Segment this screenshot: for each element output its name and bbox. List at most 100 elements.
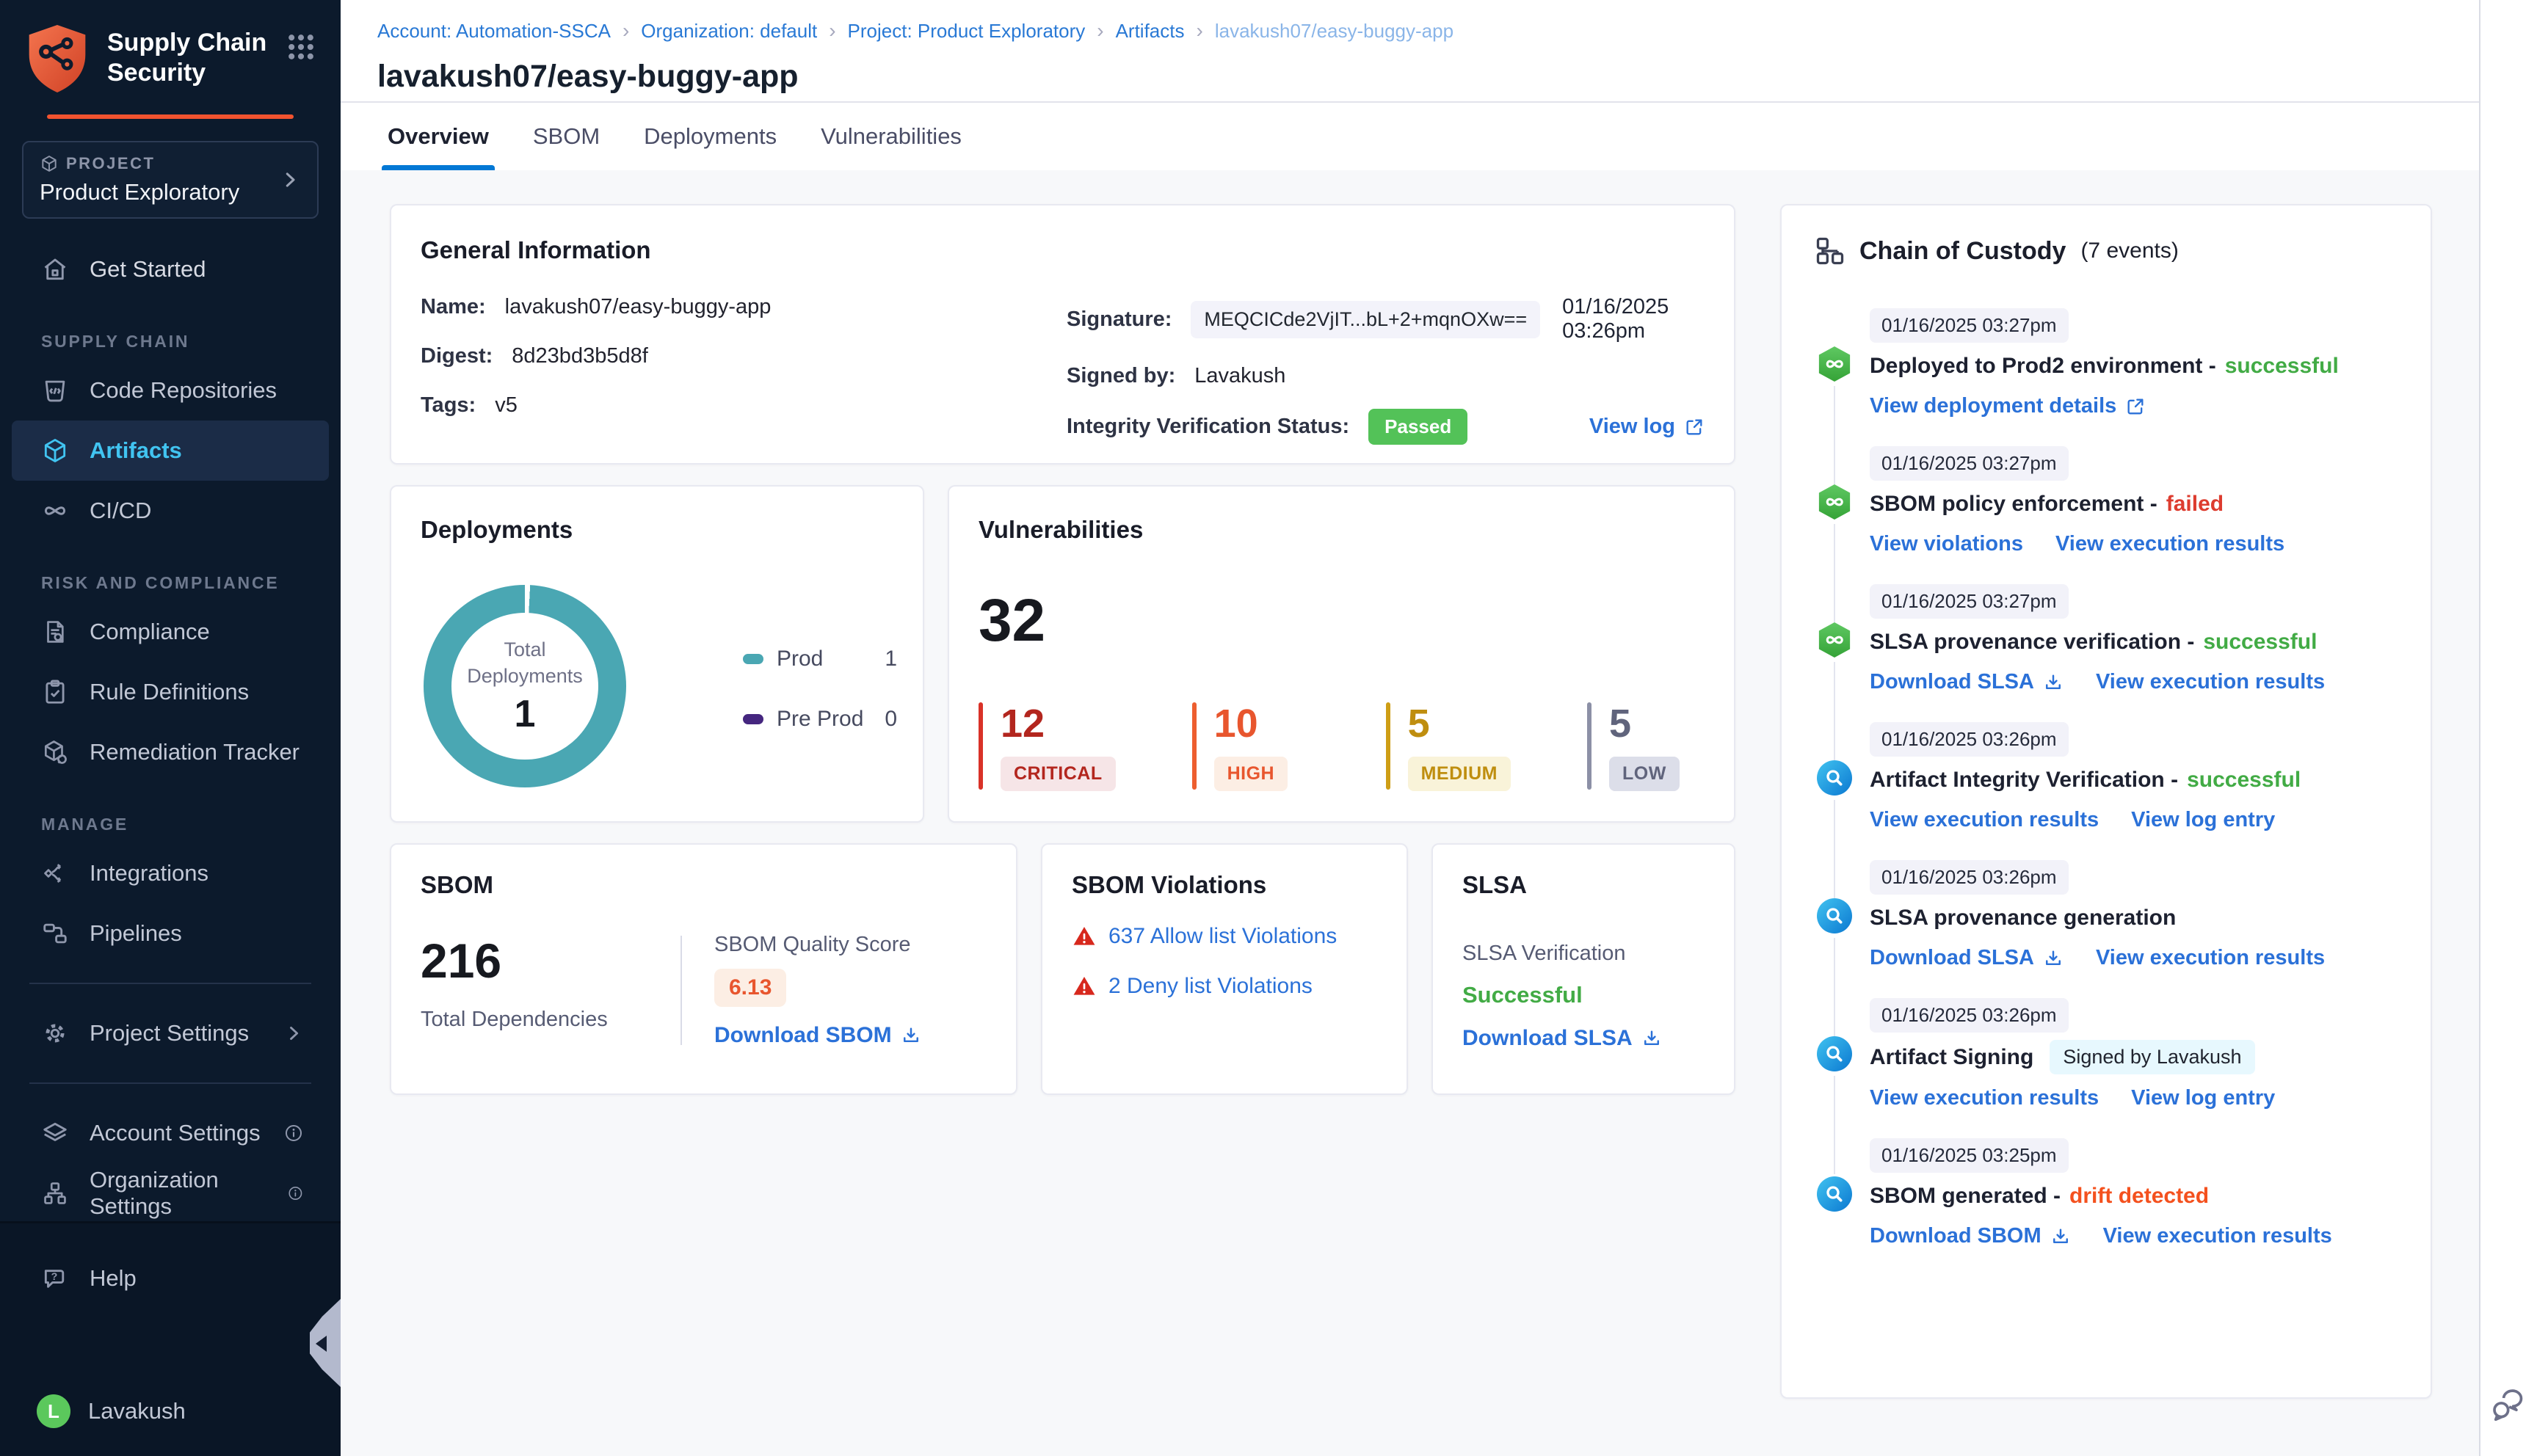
view-log-entry-link[interactable]: View log entry	[2131, 808, 2275, 832]
gear-icon	[41, 1019, 69, 1047]
module-grid-icon[interactable]	[285, 31, 317, 63]
breadcrumb-artifacts[interactable]: Artifacts	[1116, 20, 1185, 43]
cd-module-icon	[1818, 622, 1851, 658]
sidebar-item-compliance[interactable]: Compliance	[12, 602, 329, 662]
sidebar-item-organization-settings[interactable]: Organization Settings	[12, 1163, 329, 1223]
vulnerabilities-total: 32	[978, 587, 1046, 654]
signature-value[interactable]: MEQCICde2VjIT...bL+2+mqnOXw==	[1191, 300, 1541, 338]
tab-sbom[interactable]: SBOM	[533, 103, 600, 170]
event-title: SLSA provenance verification -	[1870, 630, 2195, 654]
tags-value: v5	[495, 393, 518, 417]
tab-bar: Overview SBOM Deployments Vulnerabilitie…	[341, 103, 2479, 170]
event-timestamp: 01/16/2025 03:26pm	[1870, 722, 2069, 757]
view-log-link[interactable]: View log	[1589, 415, 1705, 439]
breadcrumb-account[interactable]: Account: Automation-SSCA	[377, 20, 611, 43]
download-slsa-link[interactable]: Download SLSA	[1870, 670, 2064, 694]
view-execution-results-link[interactable]: View execution results	[1870, 808, 2099, 832]
signed-by-value: Lavakush	[1194, 364, 1286, 387]
download-sbom-link[interactable]: Download SBOM	[714, 1023, 921, 1048]
chain-event: 01/16/2025 03:27pm SBOM policy enforceme…	[1817, 446, 2398, 622]
download-slsa-link[interactable]: Download SLSA	[1462, 1026, 1662, 1051]
breadcrumb-current[interactable]: lavakush07/easy-buggy-app	[1215, 20, 1453, 43]
event-status: successful	[2187, 768, 2301, 792]
tab-deployments[interactable]: Deployments	[644, 103, 777, 170]
deny-list-violations-link[interactable]: 2 Deny list Violations	[1108, 974, 1313, 999]
document-search-icon	[41, 618, 69, 646]
info-icon	[287, 1183, 304, 1204]
chain-event: 01/16/2025 03:26pm Artifact Integrity Ve…	[1817, 722, 2398, 898]
allow-list-violations-link[interactable]: 637 Allow list Violations	[1108, 924, 1337, 949]
sbom-quality-score-label: SBOM Quality Score	[714, 933, 911, 956]
breadcrumb-separator: ›	[1097, 19, 1104, 42]
event-status: failed	[2166, 492, 2224, 516]
sidebar-item-cicd[interactable]: CI/CD	[12, 481, 329, 541]
section-manage: MANAGE	[41, 815, 129, 834]
main-area: Account: Automation-SSCA › Organization:…	[341, 0, 2479, 1456]
chain-events-count: (7 events)	[2080, 239, 2179, 263]
deployments-card: Deployments Total Deployments 1 Prod 1 P…	[390, 485, 924, 823]
sidebar-header: Supply Chain Security	[0, 0, 341, 119]
signed-by-label: Signed by:	[1067, 364, 1176, 387]
page-title: lavakush07/easy-buggy-app	[377, 59, 799, 94]
sidebar-item-rule-definitions[interactable]: Rule Definitions	[12, 662, 329, 722]
project-selector[interactable]: PROJECT Product Exploratory	[22, 141, 319, 219]
sidebar-item-help[interactable]: Help	[12, 1253, 329, 1304]
sidebar-item-remediation-tracker[interactable]: Remediation Tracker	[12, 722, 329, 782]
avatar: L	[37, 1394, 70, 1428]
chain-event: 01/16/2025 03:26pm Artifact Signing Sign…	[1817, 998, 2398, 1174]
sidebar-item-pipelines[interactable]: Pipelines	[12, 903, 329, 964]
chain-event: 01/16/2025 03:27pm Deployed to Prod2 env…	[1817, 308, 2398, 484]
warning-icon	[1072, 924, 1097, 949]
tab-vulnerabilities[interactable]: Vulnerabilities	[821, 103, 962, 170]
tab-overview[interactable]: Overview	[382, 103, 495, 170]
download-icon	[2043, 948, 2064, 969]
name-label: Name:	[421, 295, 486, 318]
user-menu[interactable]: L Lavakush	[12, 1386, 329, 1437]
sidebar-item-artifacts[interactable]: Artifacts	[12, 421, 329, 481]
view-execution-results-link[interactable]: View execution results	[2055, 532, 2284, 556]
legend-swatch-preprod	[743, 714, 763, 724]
total-dependencies-label: Total Dependencies	[421, 1008, 608, 1031]
breadcrumb-organization[interactable]: Organization: default	[641, 20, 817, 43]
download-icon	[2050, 1226, 2071, 1247]
view-execution-results-link[interactable]: View execution results	[2096, 670, 2325, 694]
feedback-chat-icon[interactable]	[2489, 1388, 2527, 1427]
sidebar-item-integrations[interactable]: Integrations	[12, 843, 329, 903]
event-timestamp: 01/16/2025 03:27pm	[1870, 446, 2069, 481]
event-title: Deployed to Prod2 environment -	[1870, 354, 2216, 378]
view-violations-link[interactable]: View violations	[1870, 532, 2023, 556]
digest-value: 8d23bd3b5d8f	[512, 344, 648, 368]
card-title: SLSA	[1462, 871, 1528, 898]
cd-module-icon	[1818, 346, 1851, 382]
divider	[29, 1082, 311, 1084]
legend-item-prod: Prod 1	[743, 647, 897, 671]
view-execution-results-link[interactable]: View execution results	[1870, 1086, 2099, 1110]
name-value: lavakush07/easy-buggy-app	[504, 295, 772, 318]
app-title: Supply Chain Security	[107, 29, 267, 87]
project-name: Product Exploratory	[40, 179, 240, 205]
scan-module-icon	[1817, 1036, 1852, 1071]
project-cube-icon	[40, 154, 59, 173]
sidebar-item-get-started[interactable]: Get Started	[12, 239, 329, 299]
view-execution-results-link[interactable]: View execution results	[2096, 946, 2325, 970]
event-title: SBOM policy enforcement -	[1870, 492, 2157, 516]
sidebar-item-account-settings[interactable]: Account Settings	[12, 1103, 329, 1163]
sidebar-item-code-repositories[interactable]: Code Repositories	[12, 360, 329, 421]
legend-value-prod: 1	[885, 647, 897, 671]
download-slsa-link[interactable]: Download SLSA	[1870, 946, 2064, 970]
digest-label: Digest:	[421, 344, 493, 368]
view-deployment-details-link[interactable]: View deployment details	[1870, 394, 2146, 418]
breadcrumb-project[interactable]: Project: Product Exploratory	[848, 20, 1086, 43]
sidebar-item-project-settings[interactable]: Project Settings	[12, 1003, 329, 1063]
view-log-entry-link[interactable]: View log entry	[2131, 1086, 2275, 1110]
share-nodes-icon	[41, 859, 69, 887]
view-execution-results-link[interactable]: View execution results	[2103, 1224, 2332, 1248]
card-title: Vulnerabilities	[978, 516, 1144, 543]
download-sbom-link[interactable]: Download SBOM	[1870, 1224, 2071, 1248]
info-icon	[283, 1123, 304, 1143]
divider	[29, 983, 311, 984]
external-link-icon	[2125, 396, 2146, 417]
severity-high: 10 HIGH	[1191, 701, 1310, 791]
signed-by-badge: Signed by Lavakush	[2050, 1040, 2255, 1074]
event-title: SBOM generated -	[1870, 1184, 2061, 1208]
